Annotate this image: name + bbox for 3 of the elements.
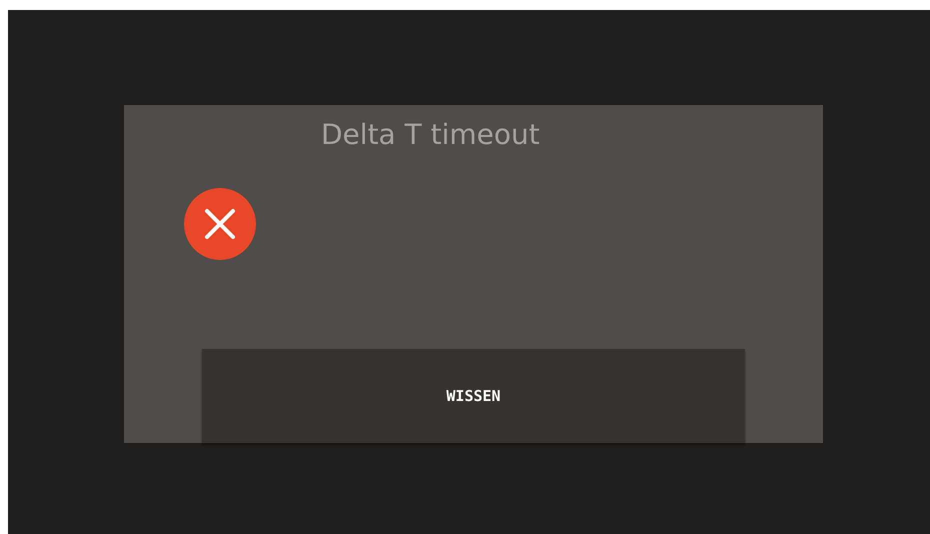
dismiss-button[interactable]: WISSEN bbox=[202, 349, 745, 443]
error-icon bbox=[183, 187, 257, 261]
dialog-title: Delta T timeout bbox=[321, 118, 540, 151]
